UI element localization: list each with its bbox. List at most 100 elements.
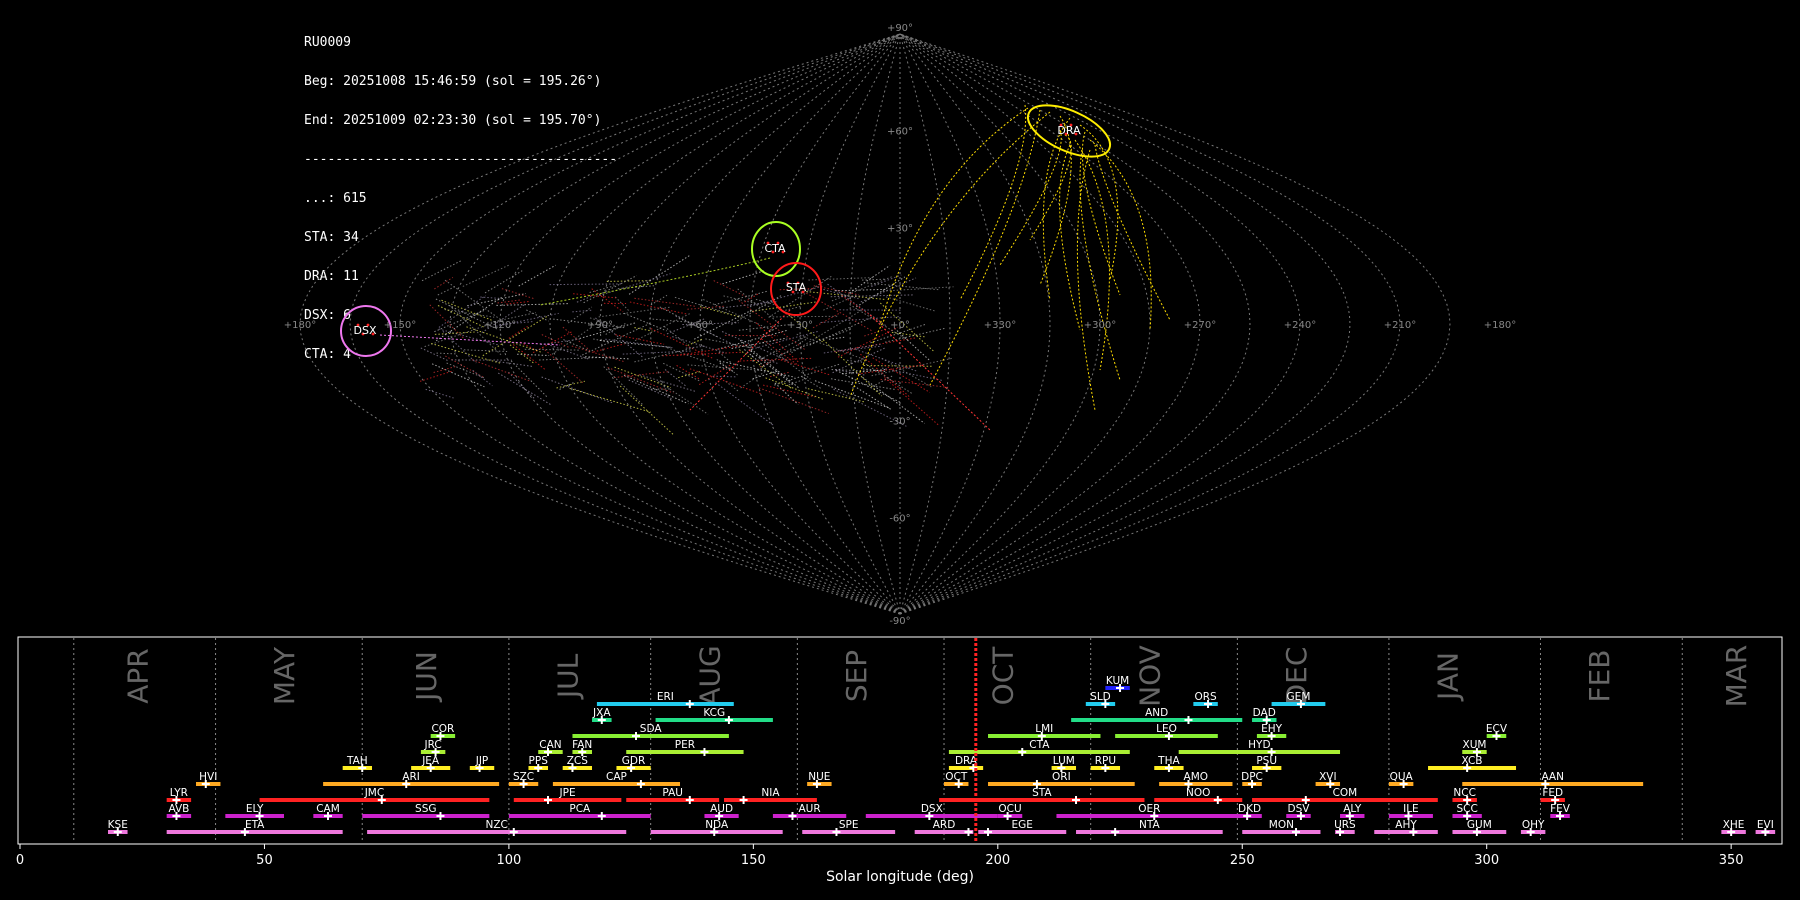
meteor-track [855, 348, 917, 372]
meteor-track [828, 336, 845, 340]
shower-label: PAU [662, 787, 683, 799]
meteor-tracks [379, 104, 1171, 436]
shower-label: LMI [1035, 723, 1053, 735]
meteor-track [809, 317, 872, 346]
shower-nzc: NZC [367, 819, 627, 836]
shower-label: AUD [710, 803, 733, 815]
shower-label: OCU [998, 803, 1021, 815]
shower-mon: MON [1242, 819, 1321, 836]
shower-oct: OCT [944, 771, 969, 788]
meteor-track [614, 366, 672, 389]
longitude-label: +60° [687, 320, 713, 331]
shower-label: CTA [1029, 739, 1050, 751]
shower-label: DAD [1253, 707, 1276, 719]
meteor-track [623, 312, 667, 332]
shower-label: SZC [513, 771, 534, 783]
meteor-track [713, 280, 746, 298]
shower-label: DPC [1241, 771, 1263, 783]
shower-jpe: JPE [513, 787, 622, 804]
shower-label: NOO [1186, 787, 1210, 799]
shower-timeline-chart: APR MAY JUN JUL AUG SEP OCT NOV DEC JAN FEB MAR KUM… [16, 636, 1783, 885]
longitude-label: +0° [890, 320, 910, 331]
shower-label: CAP [606, 771, 627, 783]
shower-label: DSX [921, 803, 943, 815]
shower-ncc: NCC [1452, 787, 1477, 804]
shower-fan: FAN [572, 739, 592, 756]
shower-sta: STA [939, 787, 1145, 804]
shower-label: PPS [529, 755, 549, 767]
shower-label: PER [675, 739, 695, 751]
shower-label: NTA [1139, 819, 1160, 831]
latitude-label: +90° [887, 23, 913, 34]
meteor-track [769, 371, 789, 378]
shower-pca: PCA [508, 803, 651, 820]
month-label-jul: JUL [552, 653, 585, 700]
meteor-track [623, 374, 689, 405]
shower-ohy: OHY [1520, 819, 1546, 836]
shower-tha: THA [1154, 755, 1184, 772]
shower-label: FAN [572, 739, 592, 751]
shower-label: EGE [1012, 819, 1033, 831]
longitude-label: +150° [384, 320, 416, 331]
shower-label: ECV [1486, 723, 1508, 735]
meteor-track [526, 309, 549, 322]
month-label-oct: OCT [987, 646, 1020, 706]
shower-label: LUM [1053, 755, 1075, 767]
longitude-label: +210° [1384, 320, 1416, 331]
shower-label: JPE [559, 787, 576, 799]
meridian-line [599, 33, 901, 615]
meteor-track [657, 381, 709, 415]
meteor-track [772, 315, 839, 318]
shower-xhe: XHE [1721, 819, 1746, 836]
dra-meteor-track [1042, 117, 1071, 301]
longitude-label: +300° [1084, 320, 1116, 331]
shower-label: ELY [246, 803, 264, 815]
month-label-may: MAY [268, 646, 301, 705]
meteor-track [676, 344, 750, 356]
month-label-aug: AUG [693, 645, 726, 706]
shower-cor: COR [430, 723, 456, 740]
shower-ehy: EHY [1256, 723, 1287, 740]
shower-label: DKD [1238, 803, 1261, 815]
meteor-track [434, 276, 454, 290]
shower-label: ORI [1052, 771, 1071, 783]
shower-label: THA [1157, 755, 1180, 767]
shower-label: OER [1138, 803, 1160, 815]
dra-meteor-track [1059, 144, 1081, 331]
meteor-track [436, 352, 457, 355]
shower-lum: LUM [1051, 755, 1077, 772]
shower-per: PER [626, 739, 744, 756]
shower-label: PSU [1256, 755, 1277, 767]
longitude-label: +330° [984, 320, 1016, 331]
shower-label: CAN [539, 739, 561, 751]
meteor-track [634, 313, 691, 342]
x-tick-label: 0 [16, 853, 24, 868]
shower-label: AMO [1184, 771, 1209, 783]
meteor-track [698, 364, 731, 386]
shower-rpu: RPU [1090, 755, 1121, 772]
meteor-track [856, 276, 906, 308]
month-label-jun: JUN [410, 651, 443, 703]
meteor-track [419, 370, 454, 382]
shower-kse: KSE [108, 819, 128, 836]
shower-xcb: XCB [1428, 755, 1517, 772]
shower-label: FED [1542, 787, 1563, 799]
shower-xvi: XVI [1315, 771, 1341, 788]
shower-label: FEV [1550, 803, 1571, 815]
meteor-track [445, 355, 484, 378]
shower-label: COM [1333, 787, 1358, 799]
dra-meteor-track [959, 104, 1027, 301]
meteor-track [725, 381, 740, 392]
meteor-track [714, 290, 769, 306]
shower-label: RPU [1095, 755, 1116, 767]
month-label-jan: JAN [1432, 652, 1465, 702]
shower-can: CAN [538, 739, 563, 756]
shower-dpc: DPC [1241, 771, 1263, 788]
meteor-track [861, 278, 887, 281]
meteor-track [628, 254, 692, 295]
meteor-track [444, 279, 506, 324]
shower-label: SSG [415, 803, 436, 815]
shower-label: AVB [168, 803, 189, 815]
shower-dra: DRA [948, 755, 984, 772]
shower-ard: ARD [914, 819, 974, 836]
